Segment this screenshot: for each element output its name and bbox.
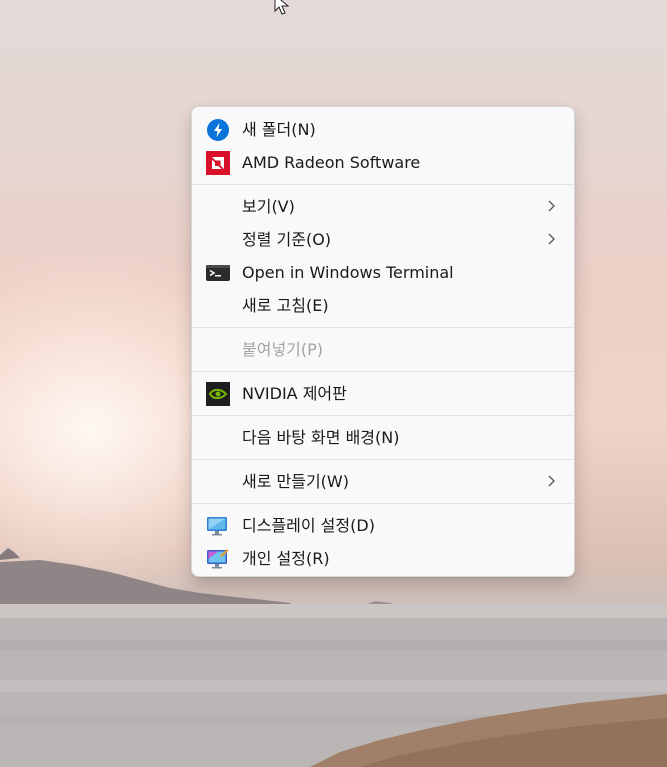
desktop-context-menu: 새 폴더(N) AMD Radeon Software 보기(V) 정렬 기준(… <box>191 106 575 577</box>
menu-item-label: 디스플레이 설정(D) <box>242 516 375 535</box>
desktop[interactable]: 새 폴더(N) AMD Radeon Software 보기(V) 정렬 기준(… <box>0 0 667 767</box>
menu-item-next-background[interactable]: 다음 바탕 화면 배경(N) <box>196 421 570 454</box>
menu-separator <box>192 371 574 372</box>
chevron-right-icon <box>548 200 555 212</box>
menu-item-label: 보기(V) <box>242 197 295 216</box>
menu-item-label: 붙여넣기(P) <box>242 340 324 359</box>
amd-radeon-icon <box>206 151 230 175</box>
menu-item-open-in-terminal[interactable]: Open in Windows Terminal <box>196 256 570 289</box>
chevron-right-icon <box>548 475 555 487</box>
menu-separator <box>192 327 574 328</box>
display-settings-icon <box>206 514 230 538</box>
power-automate-icon <box>206 118 230 142</box>
menu-separator <box>192 415 574 416</box>
menu-separator <box>192 184 574 185</box>
menu-item-label: NVIDIA 제어판 <box>242 384 347 403</box>
menu-item-view[interactable]: 보기(V) <box>196 190 570 223</box>
mouse-cursor-icon <box>274 0 290 15</box>
menu-item-display-settings[interactable]: 디스플레이 설정(D) <box>196 509 570 542</box>
menu-item-refresh[interactable]: 새로 고침(E) <box>196 289 570 322</box>
menu-separator <box>192 503 574 504</box>
menu-item-label: 개인 설정(R) <box>242 549 330 568</box>
menu-item-label: Open in Windows Terminal <box>242 263 454 282</box>
chevron-right-icon <box>548 233 555 245</box>
personalize-icon <box>206 547 230 571</box>
menu-item-paste[interactable]: 붙여넣기(P) <box>196 333 570 366</box>
menu-item-label: 다음 바탕 화면 배경(N) <box>242 428 400 447</box>
menu-item-label: AMD Radeon Software <box>242 153 421 172</box>
terminal-icon <box>206 261 230 285</box>
nvidia-icon <box>206 382 230 406</box>
menu-item-nvidia-control-panel[interactable]: NVIDIA 제어판 <box>196 377 570 410</box>
menu-item-label: 새로 고침(E) <box>242 296 329 315</box>
menu-item-label: 정렬 기준(O) <box>242 230 332 249</box>
menu-item-new-folder[interactable]: 새 폴더(N) <box>196 113 570 146</box>
menu-item-new[interactable]: 새로 만들기(W) <box>196 465 570 498</box>
menu-item-sort-by[interactable]: 정렬 기준(O) <box>196 223 570 256</box>
menu-item-label: 새로 만들기(W) <box>242 472 349 491</box>
menu-item-amd-radeon-software[interactable]: AMD Radeon Software <box>196 146 570 179</box>
menu-separator <box>192 459 574 460</box>
menu-item-personalize[interactable]: 개인 설정(R) <box>196 542 570 575</box>
menu-item-label: 새 폴더(N) <box>242 120 316 139</box>
